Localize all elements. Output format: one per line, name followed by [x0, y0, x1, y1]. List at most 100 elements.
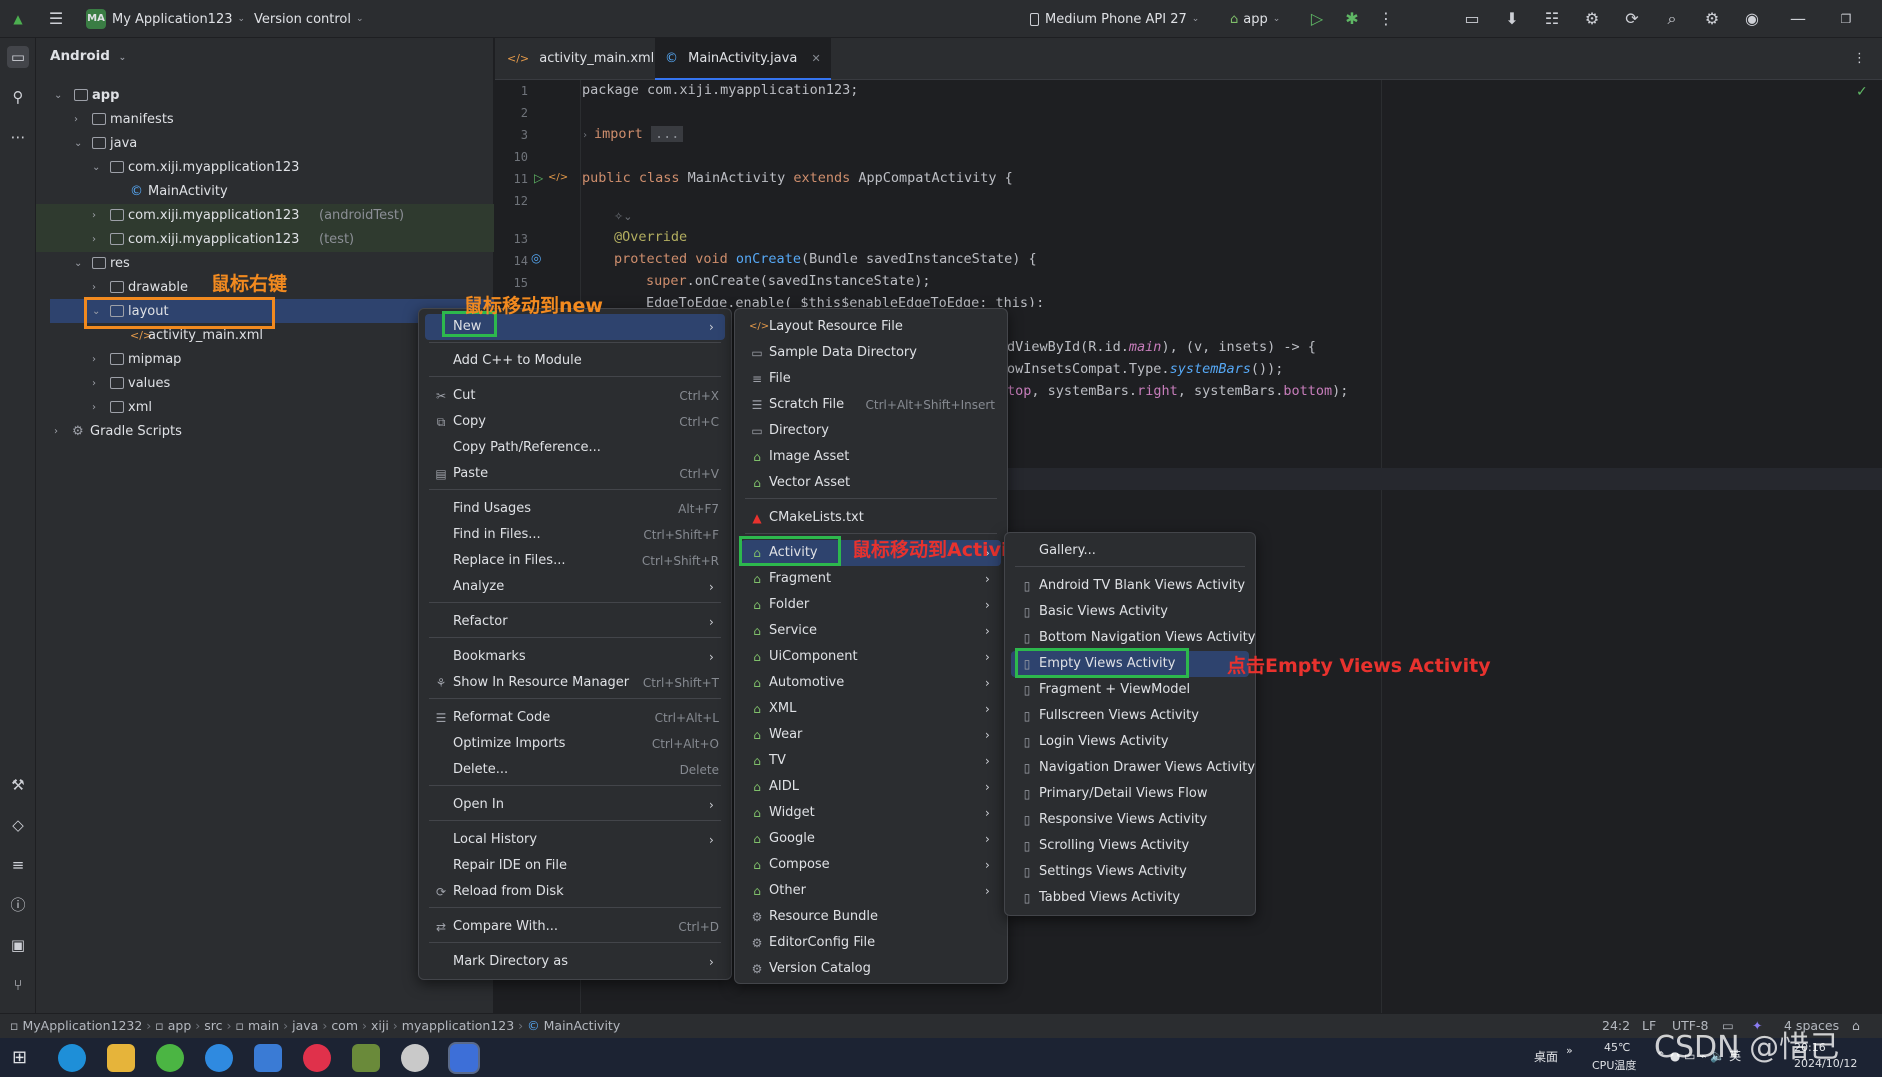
browser-360-icon[interactable] — [156, 1044, 184, 1072]
menu-item-uicomponent[interactable]: ⌂ UiComponent › — [741, 644, 1001, 670]
menu-item-delete[interactable]: Delete... Delete — [425, 757, 725, 783]
windows-start-icon[interactable]: ⊞ — [12, 1047, 27, 1068]
menu-item-copy[interactable]: ⧉ Copy Ctrl+C — [425, 409, 725, 435]
menu-item-bookmarks[interactable]: Bookmarks › — [425, 644, 725, 670]
code-line[interactable]: protected void onCreate(Bundle savedInst… — [614, 251, 1037, 267]
menu-item-basic-views-activity[interactable]: ▯ Basic Views Activity — [1011, 599, 1249, 625]
tree-item-manifests[interactable]: › manifests — [36, 108, 494, 132]
netease-music-icon[interactable] — [303, 1044, 331, 1072]
tab-options-icon[interactable]: ⋮ — [1853, 38, 1866, 80]
menu-item-primary-detail-views-flow[interactable]: ▯ Primary/Detail Views Flow — [1011, 781, 1249, 807]
android-studio-icon[interactable] — [450, 1044, 478, 1072]
menu-item-scratch-file[interactable]: ☰ Scratch File Ctrl+Alt+Shift+Insert — [741, 392, 1001, 418]
menu-item-find-in-files[interactable]: Find in Files... Ctrl+Shift+F — [425, 522, 725, 548]
menu-item-mark-directory-as[interactable]: Mark Directory as › — [425, 949, 725, 975]
menu-item-open-in[interactable]: Open In › — [425, 792, 725, 818]
menu-item-aidl[interactable]: ⌂ AIDL › — [741, 774, 1001, 800]
run-config-selector[interactable]: ⌂ app ⌄ — [1230, 0, 1280, 38]
menu-item-optimize-imports[interactable]: Optimize Imports Ctrl+Alt+O — [425, 731, 725, 757]
code-line[interactable]: @Override — [614, 229, 687, 245]
menu-item-paste[interactable]: ▤ Paste Ctrl+V — [425, 461, 725, 487]
device-selector[interactable]: Medium Phone API 27 ⌄ — [1030, 0, 1199, 38]
problems-icon[interactable]: ⓘ — [7, 894, 29, 916]
debug-icon[interactable]: ✱ — [1342, 9, 1362, 29]
menu-item-widget[interactable]: ⌂ Widget › — [741, 800, 1001, 826]
tree-item-app[interactable]: ⌄ app — [36, 84, 494, 108]
menu-item-refactor[interactable]: Refactor › — [425, 609, 725, 635]
tree-item-mainactivity[interactable]: © MainActivity — [36, 180, 494, 204]
menu-item-sample-data-directory[interactable]: ▭ Sample Data Directory — [741, 340, 1001, 366]
tab-mainactivity-java[interactable]: © MainActivity.java ✕ — [655, 38, 831, 80]
terminal-icon[interactable]: ▣ — [7, 934, 29, 956]
menu-item-tabbed-views-activity[interactable]: ▯ Tabbed Views Activity — [1011, 885, 1249, 911]
ai-hint-icon[interactable]: ✧⌄ — [614, 210, 632, 223]
menu-item-copy-path[interactable]: Copy Path/Reference... — [425, 435, 725, 461]
tree-item-java[interactable]: ⌄ java — [36, 132, 494, 156]
menu-item-other[interactable]: ⌂ Other › — [741, 878, 1001, 904]
sync-icon[interactable]: ⟳ — [1622, 9, 1642, 29]
code-line[interactable]: dViewById(R.id.main), (v, insets) -> { — [1007, 339, 1316, 355]
code-line[interactable]: owInsetsCompat.Type.systemBars()); — [1007, 361, 1283, 377]
code-line[interactable]: super.onCreate(savedInstanceState); — [646, 273, 930, 289]
run-icon[interactable]: ▷ — [1307, 9, 1327, 29]
run-gutter-icon[interactable]: ▷ — [534, 171, 543, 185]
minimize-icon[interactable]: — — [1788, 9, 1808, 29]
breadcrumb-item[interactable]: MainActivity — [544, 1018, 621, 1033]
override-gutter-icon[interactable]: ◎ — [531, 251, 541, 265]
tab-activity-main-xml[interactable]: </> activity_main.xml — [507, 38, 654, 80]
menu-item-navigation-drawer-views-activity[interactable]: ▯ Navigation Drawer Views Activity — [1011, 755, 1255, 781]
menu-item-reload-from-disk[interactable]: ⟳ Reload from Disk — [425, 879, 725, 905]
tree-item-package-main[interactable]: ⌄ com.xiji.myapplication123 — [36, 156, 494, 180]
menu-item-reformat-code[interactable]: ☰ Reformat Code Ctrl+Alt+L — [425, 705, 725, 731]
sdk-manager-icon[interactable]: ⬇ — [1502, 9, 1522, 29]
menu-item-android-tv-blank-views-activity[interactable]: ▯ Android TV Blank Views Activity — [1011, 573, 1249, 599]
folded-imports[interactable]: ... — [650, 126, 684, 142]
menu-item-analyze[interactable]: Analyze › — [425, 574, 725, 600]
menu-item-resource-bundle[interactable]: ⚙ Resource Bundle — [741, 904, 1001, 930]
cursor-position[interactable]: 24:2 — [1602, 1014, 1630, 1038]
menu-item-local-history[interactable]: Local History › — [425, 827, 725, 853]
game-icon[interactable] — [352, 1044, 380, 1072]
menu-item-compare-with[interactable]: ⇄ Compare With... Ctrl+D — [425, 914, 725, 940]
logcat-icon[interactable]: ≡ — [7, 854, 29, 876]
menu-item-cut[interactable]: ✂ Cut Ctrl+X — [425, 383, 725, 409]
code-line[interactable]: public class MainActivity extends AppCom… — [582, 170, 1013, 186]
git-branch-icon[interactable]: ⑂ — [7, 974, 29, 996]
version-control-menu[interactable]: Version control ⌄ — [254, 0, 364, 38]
project-selector[interactable]: MA My Application123 ⌄ — [86, 0, 245, 38]
code-line[interactable]: EdgeToEdge.enable( $this$enableEdgeToEdg… — [646, 295, 1044, 307]
structure-icon[interactable]: ⚲ — [7, 86, 29, 108]
build-hammer-icon[interactable]: ⚒ — [7, 774, 29, 796]
breadcrumb-item[interactable]: app — [168, 1018, 192, 1033]
code-line[interactable]: package com.xiji.myapplication123; — [582, 82, 858, 98]
breadcrumb-item[interactable]: xiji — [371, 1018, 389, 1033]
menu-item-folder[interactable]: ⌂ Folder › — [741, 592, 1001, 618]
menu-item-login-views-activity[interactable]: ▯ Login Views Activity — [1011, 729, 1249, 755]
breadcrumb-item[interactable]: MyApplication1232 — [22, 1018, 142, 1033]
menu-item-add-cpp[interactable]: Add C++ to Module — [425, 348, 725, 374]
project-folder-icon[interactable]: ▭ — [7, 46, 29, 68]
breadcrumb-item[interactable]: java — [292, 1018, 318, 1033]
menu-item-compose[interactable]: ⌂ Compose › — [741, 852, 1001, 878]
menu-item-repair-ide[interactable]: Repair IDE on File — [425, 853, 725, 879]
lock-icon[interactable]: ⌂ — [1852, 1014, 1860, 1038]
menu-item-show-in-resource-manager[interactable]: ⚘ Show In Resource Manager Ctrl+Shift+T — [425, 670, 725, 696]
menu-item-file[interactable]: ≡ File — [741, 366, 1001, 392]
breadcrumb-item[interactable]: main — [248, 1018, 279, 1033]
breadcrumb-item[interactable]: src — [204, 1018, 222, 1033]
code-line[interactable]: top, systemBars.right, systemBars.bottom… — [1007, 383, 1348, 399]
edge-browser-icon[interactable] — [58, 1044, 86, 1072]
code-line[interactable]: › import ... — [582, 126, 684, 142]
menu-item-editorconfig-file[interactable]: ⚙ EditorConfig File — [741, 930, 1001, 956]
menu-item-service[interactable]: ⌂ Service › — [741, 618, 1001, 644]
menu-item-settings-views-activity[interactable]: ▯ Settings Views Activity — [1011, 859, 1249, 885]
tree-item-package-test[interactable]: › com.xiji.myapplication123 (test) — [36, 228, 494, 252]
gem-icon[interactable]: ◇ — [7, 814, 29, 836]
menu-item-layout-resource-file[interactable]: </> Layout Resource File — [741, 314, 1001, 340]
menu-item-responsive-views-activity[interactable]: ▯ Responsive Views Activity — [1011, 807, 1249, 833]
breadcrumb-item[interactable]: com — [331, 1018, 358, 1033]
layout-inspector-icon[interactable]: ☷ — [1542, 9, 1562, 29]
settings-gear-icon[interactable]: ⚙ — [1702, 9, 1722, 29]
menu-item-directory[interactable]: ▭ Directory — [741, 418, 1001, 444]
feishu-icon[interactable] — [254, 1044, 282, 1072]
